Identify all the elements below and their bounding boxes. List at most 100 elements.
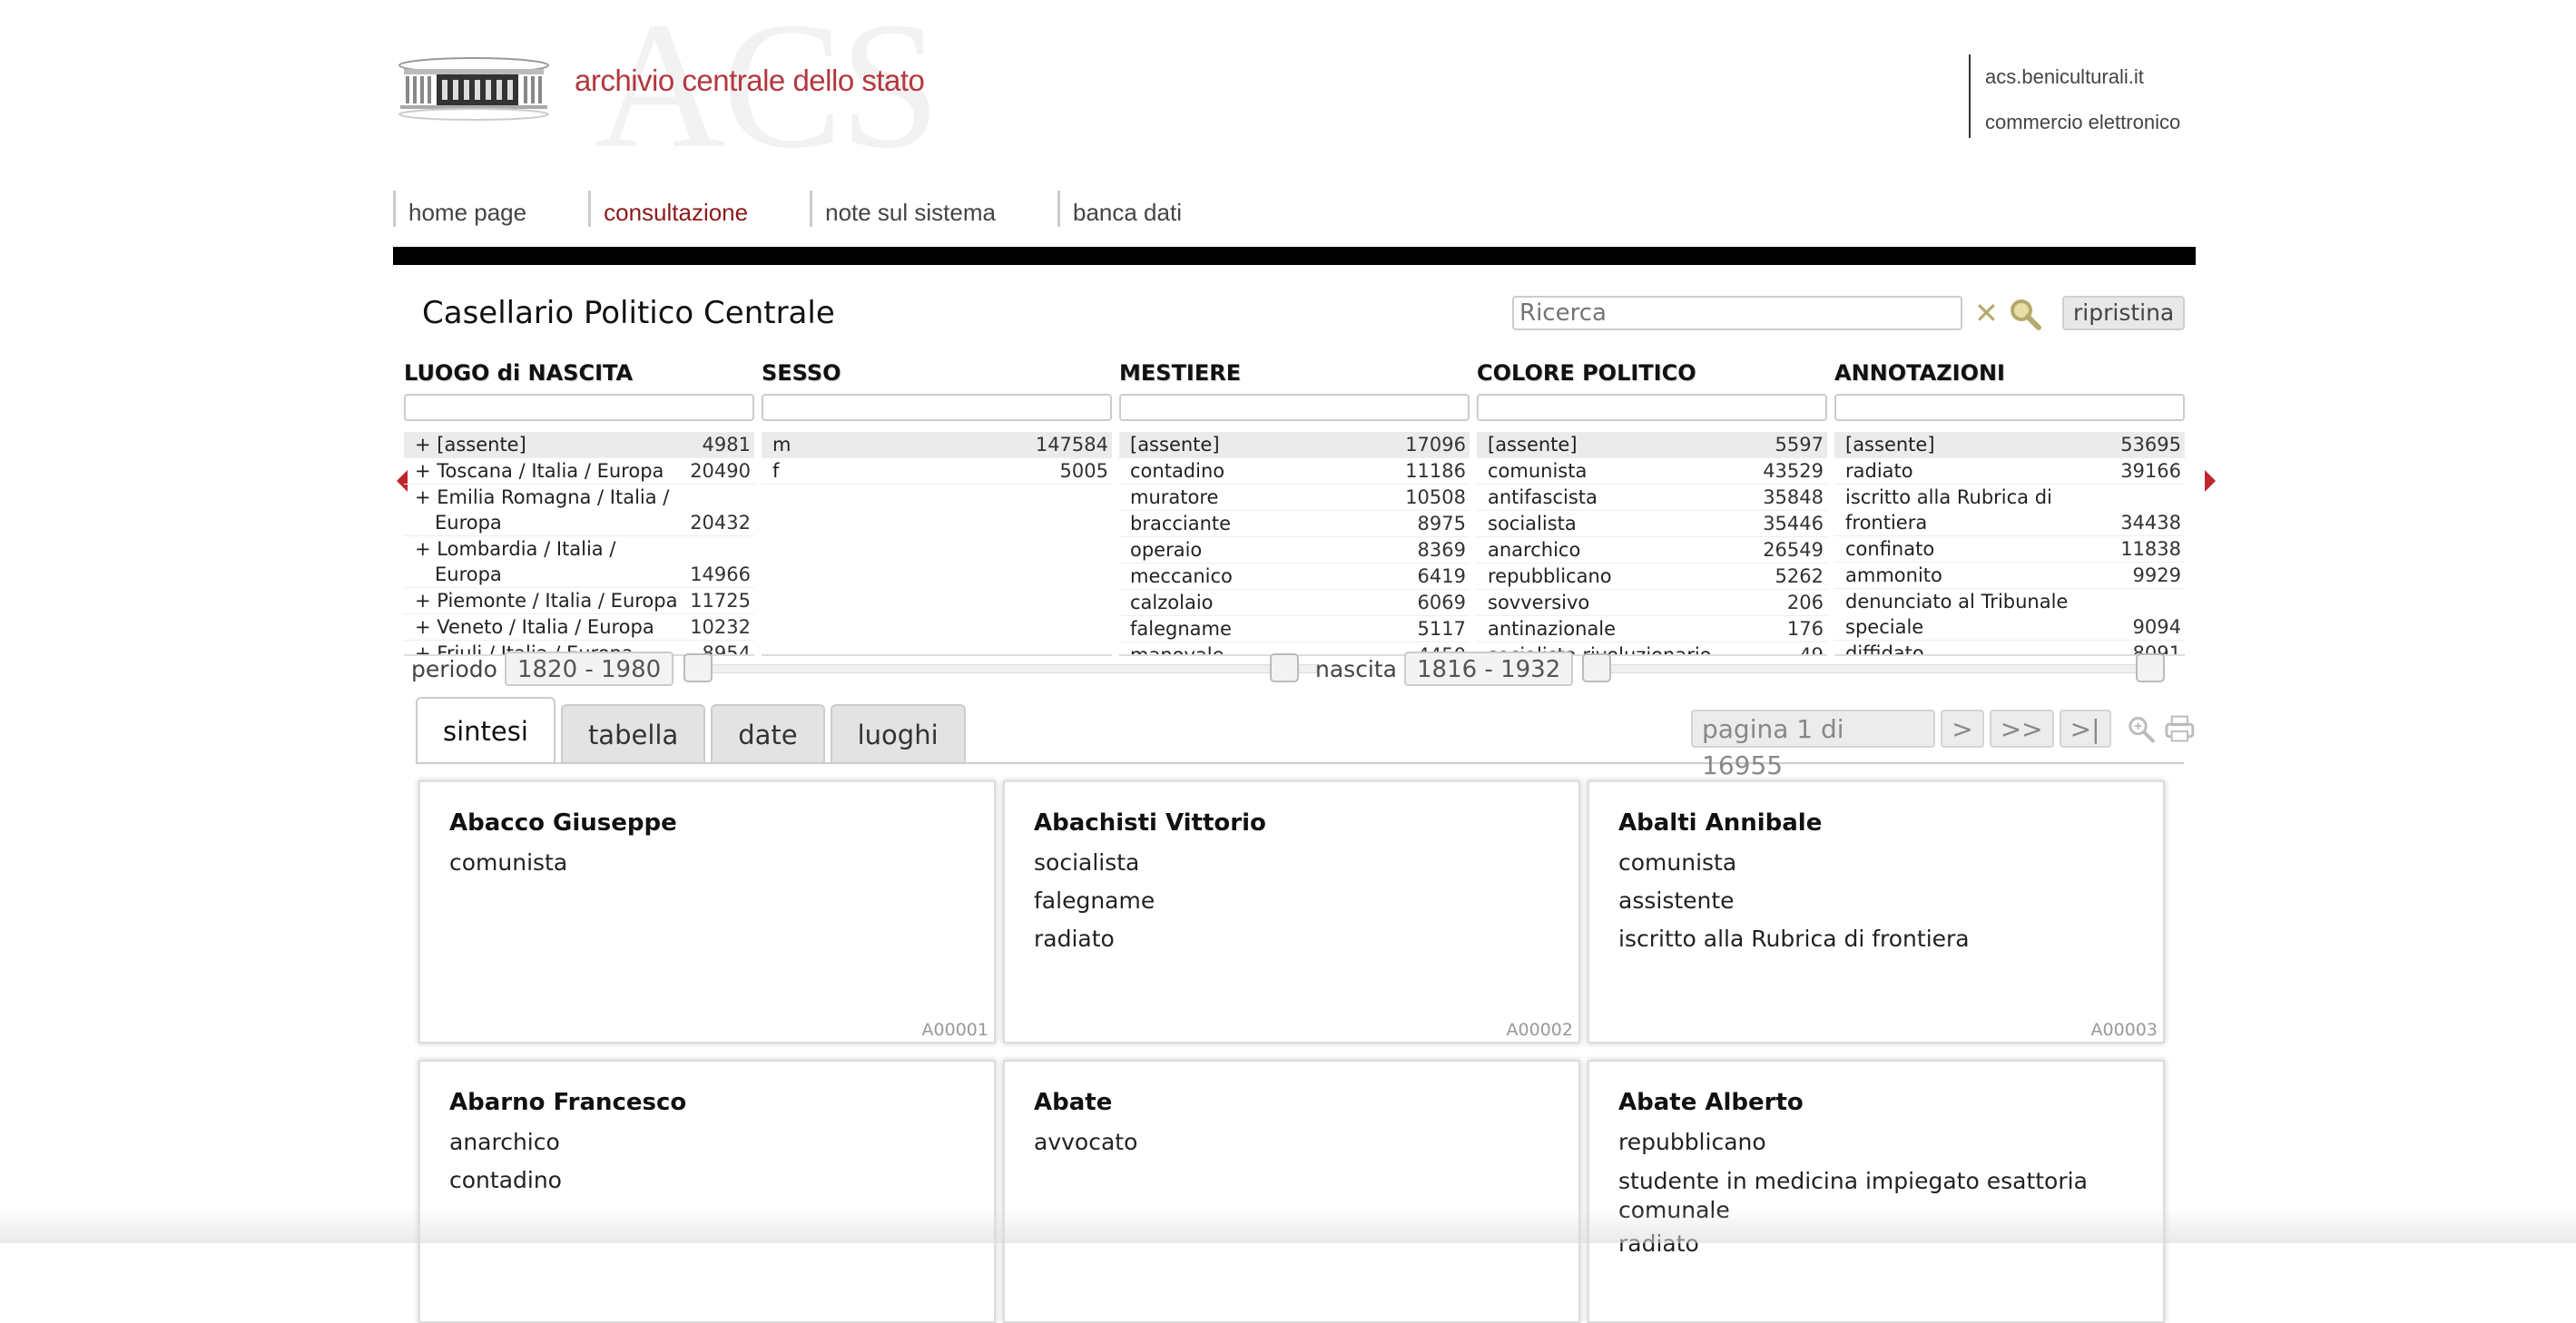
facet-row[interactable]: radiato 39166 <box>1834 458 2185 485</box>
card-line: comunista <box>449 849 568 876</box>
card-line: iscritto alla Rubrica di frontiera <box>1618 926 1970 952</box>
nav-note-sul-sistema[interactable]: note sul sistema <box>810 191 1037 227</box>
slider-track[interactable] <box>698 664 1317 673</box>
facet-list[interactable]: [assente] 53695 radiato 39166 iscritto all… <box>1834 432 2185 656</box>
facet-row[interactable]: anarchico 26549 <box>1477 537 1827 564</box>
card-line: contadino <box>449 1167 562 1193</box>
link-beniculturali[interactable]: acs.beniculturali.it <box>1985 54 2180 100</box>
facet-row[interactable]: falegname 5117 <box>1119 616 1470 642</box>
result-card[interactable]: Abachisti Vittorio socialista falegname … <box>1003 780 1580 1044</box>
facet-row[interactable]: repubblicano 5262 <box>1477 564 1827 590</box>
search-icon[interactable] <box>2009 298 2041 330</box>
print-icon[interactable] <box>2164 713 2196 744</box>
result-card[interactable]: Abacco Giuseppe comunista A00001 <box>418 780 996 1044</box>
last-page-button[interactable]: >| <box>2059 710 2111 748</box>
facet-filter-input[interactable] <box>1834 394 2185 421</box>
zoom-in-icon[interactable] <box>2126 713 2156 744</box>
reset-button[interactable]: ripristina <box>2062 296 2186 330</box>
result-card[interactable]: Abalti Annibale comunista assistente isc… <box>1588 780 2165 1044</box>
facet-list[interactable]: [assente] 5597 comunista 43529 antifascist… <box>1477 432 1827 656</box>
facet-list[interactable]: + [assente] 4981 + Toscana / Italia / Eur… <box>404 432 754 656</box>
logo-text: archivio centrale dello stato <box>575 64 925 97</box>
facet-row[interactable]: + Emilia Romagna / Italia / Europa 20432 <box>404 485 754 536</box>
card-line: avvocato <box>1034 1129 1138 1155</box>
facet-row[interactable]: + Lombardia / Italia / Europa 14966 <box>404 536 754 588</box>
facet-row[interactable]: [assente] 5597 <box>1477 432 1827 458</box>
facet-row[interactable]: + Toscana / Italia / Europa 20490 <box>404 458 754 485</box>
nascita-value: 1816 - 1932 <box>1404 652 1574 686</box>
scroll-right-icon[interactable] <box>2205 470 2216 492</box>
facet-list[interactable]: m 147584 f 5005 <box>762 432 1112 656</box>
facet-row[interactable]: contadino 11186 <box>1119 458 1470 485</box>
facet-row[interactable]: + Piemonte / Italia / Europa 11725 <box>404 588 754 614</box>
facet-row[interactable]: calzolaio 6069 <box>1119 590 1470 616</box>
nascita-label: nascita <box>1315 655 1398 682</box>
facet-row[interactable]: iscritto alla Rubrica di frontiera 34438 <box>1834 485 2185 536</box>
slider-handle-min[interactable] <box>1582 653 1611 682</box>
facet-row[interactable]: comunista 43529 <box>1477 458 1827 485</box>
nav-banca-dati[interactable]: banca dati <box>1057 191 1224 227</box>
page-title: Casellario Politico Centrale <box>422 295 835 331</box>
facet-row[interactable]: muratore 10508 <box>1119 485 1470 511</box>
facet-row[interactable]: confinato 11838 <box>1834 536 2185 563</box>
facet-row[interactable]: [assente] 53695 <box>1834 432 2185 458</box>
facet-title: SESSO <box>762 360 841 386</box>
card-name: Abarno Francesco <box>449 1089 687 1116</box>
facet-row[interactable]: + Veneto / Italia / Europa 10232 <box>404 614 754 641</box>
facet-filter-input[interactable] <box>404 394 754 421</box>
card-line: falegname <box>1034 887 1155 914</box>
search-input[interactable] <box>1512 296 1962 330</box>
tab-luoghi[interactable]: luoghi <box>830 704 966 764</box>
tab-date[interactable]: date <box>711 704 825 764</box>
facet-filter-input[interactable] <box>762 394 1112 421</box>
slider-track[interactable] <box>1597 664 2152 673</box>
page-indicator: pagina 1 di 16955 <box>1691 710 1936 780</box>
facet-row[interactable]: antifascista 35848 <box>1477 485 1827 511</box>
facet-row[interactable]: denunciato al Tribunale speciale 9094 <box>1834 589 2185 641</box>
facet-title: MESTIERE <box>1119 360 1242 386</box>
card-name: Abate Alberto <box>1618 1089 1804 1116</box>
slider-handle-max[interactable] <box>1270 653 1299 682</box>
card-name: Abalti Annibale <box>1618 809 1823 837</box>
link-commercio-elettronico[interactable]: commercio elettronico <box>1985 100 2180 145</box>
nascita-slider[interactable] <box>1582 650 2165 688</box>
facet-row[interactable]: f 5005 <box>762 458 1112 485</box>
slider-handle-min[interactable] <box>683 653 713 682</box>
result-card[interactable]: Abate avvocato <box>1003 1060 1580 1323</box>
building-icon <box>398 57 549 121</box>
nascita-slider-group: nascita 1816 - 1932 <box>1315 650 1574 688</box>
facet-row[interactable]: bracciante 8975 <box>1119 511 1470 537</box>
facet-title: ANNOTAZIONI <box>1834 360 2005 386</box>
facet-row[interactable]: operaio 8369 <box>1119 537 1470 564</box>
skip-forward-button[interactable]: >> <box>1989 710 2054 748</box>
facet-filter-input[interactable] <box>1477 394 1827 421</box>
facet-row[interactable]: ammonito 9929 <box>1834 563 2185 589</box>
bottom-shadow <box>0 1207 2576 1243</box>
facet-row[interactable]: [assente] 17096 <box>1119 432 1470 458</box>
result-card[interactable]: Abate Alberto repubblicano studente in m… <box>1588 1060 2165 1323</box>
card-line: repubblicano <box>1618 1129 1766 1155</box>
nav-divider <box>393 247 2196 265</box>
facet-row[interactable]: sovversivo 206 <box>1477 590 1827 616</box>
facet-panel: LUOGO di NASCITA + [assente] 4981 + Tosca… <box>397 359 2216 656</box>
facet-row[interactable]: antinazionale 176 <box>1477 616 1827 642</box>
facet-mestiere: MESTIERE [assente] 17096 contadino 11186 m… <box>1119 359 1470 656</box>
slider-handle-max[interactable] <box>2136 653 2165 682</box>
facet-row[interactable]: socialista 35446 <box>1477 511 1827 537</box>
facet-filter-input[interactable] <box>1119 394 1470 421</box>
periodo-slider[interactable] <box>683 650 1319 688</box>
facet-row[interactable]: meccanico 6419 <box>1119 564 1470 590</box>
clear-icon[interactable]: ✕ <box>1974 296 1999 330</box>
facet-list[interactable]: [assente] 17096 contadino 11186 muratore 10… <box>1119 432 1470 656</box>
nav-consultazione[interactable]: consultazione <box>588 191 790 227</box>
result-card[interactable]: Abarno Francesco anarchico contadino <box>418 1060 996 1323</box>
logo[interactable]: ACS archivio centrale dello stato <box>393 0 974 177</box>
nav-home-page[interactable]: home page <box>393 191 568 227</box>
facet-row[interactable]: m 147584 <box>762 432 1112 458</box>
card-id: A00001 <box>921 1020 988 1040</box>
facet-row[interactable]: + [assente] 4981 <box>404 432 754 458</box>
facet-title: COLORE POLITICO <box>1477 360 1696 386</box>
tab-sintesi[interactable]: sintesi <box>416 697 556 764</box>
next-page-button[interactable]: > <box>1941 710 1984 748</box>
tab-tabella[interactable]: tabella <box>560 704 706 764</box>
